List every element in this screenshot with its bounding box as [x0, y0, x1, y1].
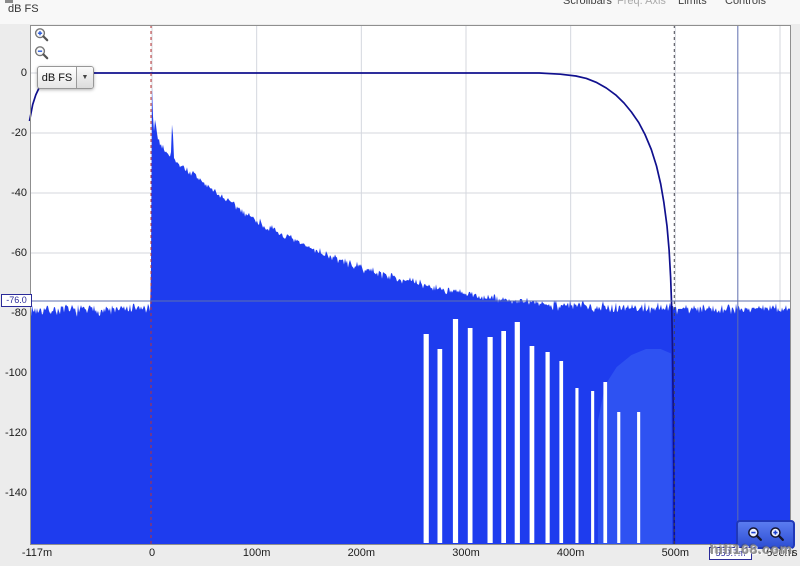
x-tick-label: 200m	[336, 547, 386, 559]
x-tick-label: 100m	[232, 547, 282, 559]
y-tick-label: -40	[0, 187, 27, 199]
dropdown-value: dB FS	[38, 72, 76, 84]
y-tick-label: -60	[0, 247, 27, 259]
y-tick-label: -120	[0, 427, 27, 439]
x-tick-label: 300m	[441, 547, 491, 559]
chevron-down-icon[interactable]: ▼	[76, 67, 93, 88]
y-tick-label: -20	[0, 127, 27, 139]
y-axis-unit-dropdown[interactable]: dB FS ▼	[37, 66, 94, 89]
zoom-out-magnifier-icon	[33, 45, 50, 62]
x-tick-label: 500m	[650, 547, 700, 559]
audio-analyzer-window: dB FS Scrollbars Freq. Axis Limits Contr…	[0, 0, 800, 566]
x-tick-label: 400m	[546, 547, 596, 559]
zoom-in-button[interactable]	[33, 27, 50, 44]
x-tick-label: 0	[127, 547, 177, 559]
y-tick-label: -80	[0, 307, 27, 319]
y-tick-label: 0	[0, 67, 27, 79]
cursor-level-readout: -76.0	[1, 294, 32, 307]
watermark: hifi168.com	[710, 541, 793, 557]
x-tick-label: -117m	[12, 547, 62, 559]
zoom-in-magnifier-icon	[33, 27, 50, 44]
y-tick-label: -140	[0, 487, 27, 499]
zoom-out-button[interactable]	[33, 45, 50, 62]
y-tick-label: -100	[0, 367, 27, 379]
waveform-plot[interactable]	[0, 0, 800, 566]
